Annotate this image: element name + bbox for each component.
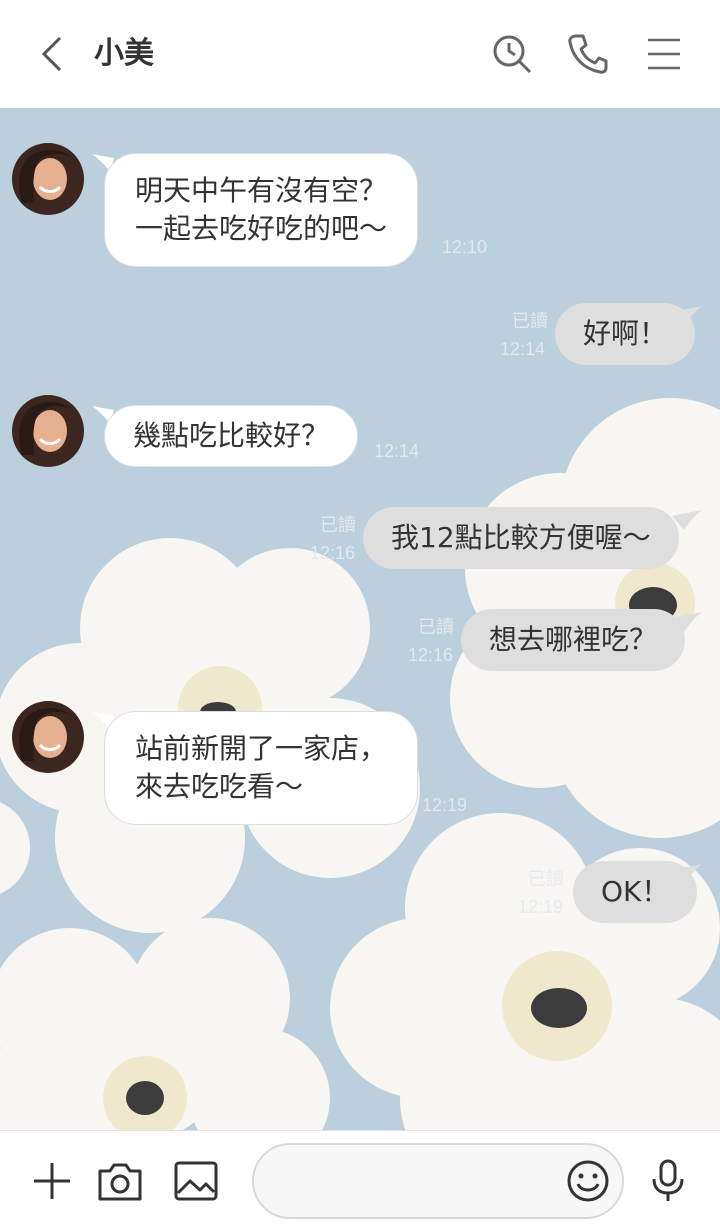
message-bubble-outgoing[interactable]: 我12點比較方便喔～ (363, 507, 679, 569)
camera-icon[interactable] (96, 1157, 144, 1205)
chat-title: 小美 (94, 36, 154, 71)
chat-header: 小美 (0, 0, 720, 108)
bubble-tail (672, 864, 702, 884)
avatar[interactable] (12, 701, 84, 773)
read-receipt: 已讀 (512, 311, 548, 331)
avatar[interactable] (12, 395, 84, 467)
phone-icon[interactable] (564, 30, 612, 78)
message-text: 好啊！ (583, 317, 668, 350)
message-time: 12:14 (500, 339, 546, 359)
read-receipt: 已讀 (528, 869, 564, 889)
message-text: 站前新開了一家店， (135, 732, 388, 765)
read-receipt: 已讀 (320, 515, 356, 535)
microphone-icon[interactable] (644, 1157, 692, 1205)
message-text: 一起去吃好吃的吧～ (135, 212, 388, 245)
bubble-tail (672, 510, 702, 530)
message-text: 我12點比較方便喔～ (391, 521, 651, 554)
bubble-tail (672, 612, 702, 632)
plus-icon[interactable] (28, 1157, 76, 1205)
message-time: 12:19 (422, 795, 468, 815)
message-time: 12:19 (518, 897, 564, 917)
message-time: 12:16 (408, 645, 454, 665)
message-bubble-incoming[interactable]: 明天中午有沒有空？ 一起去吃好吃的吧～ (104, 153, 419, 267)
message-text: 想去哪裡吃？ (489, 623, 658, 656)
menu-icon[interactable] (640, 30, 688, 78)
message-input[interactable] (278, 1163, 558, 1199)
message-input-bar (0, 1130, 720, 1232)
message-text: 幾點吃比較好？ (133, 419, 330, 452)
search-history-icon[interactable] (488, 30, 536, 78)
message-time: 12:10 (442, 237, 488, 257)
message-bubble-incoming[interactable]: 幾點吃比較好？ (104, 405, 359, 467)
emoji-icon[interactable] (566, 1159, 610, 1203)
message-text: OK！ (601, 875, 670, 908)
avatar[interactable] (12, 143, 84, 215)
read-receipt: 已讀 (418, 617, 454, 637)
back-arrow-icon[interactable] (30, 30, 78, 78)
message-time: 12:16 (310, 543, 356, 563)
chat-area[interactable]: 明天中午有沒有空？ 一起去吃好吃的吧～ 12:10 已讀 12:14 好啊！ 幾… (0, 108, 720, 1130)
message-field[interactable] (252, 1143, 624, 1219)
message-time: 12:14 (374, 441, 420, 461)
bubble-tail (672, 306, 702, 326)
message-bubble-outgoing[interactable]: 想去哪裡吃？ (461, 609, 686, 671)
message-bubble-incoming[interactable]: 站前新開了一家店， 來去吃吃看～ (104, 711, 419, 825)
message-text: 來去吃吃看～ (135, 770, 304, 803)
image-icon[interactable] (172, 1157, 220, 1205)
message-text: 明天中午有沒有空？ (135, 174, 388, 207)
